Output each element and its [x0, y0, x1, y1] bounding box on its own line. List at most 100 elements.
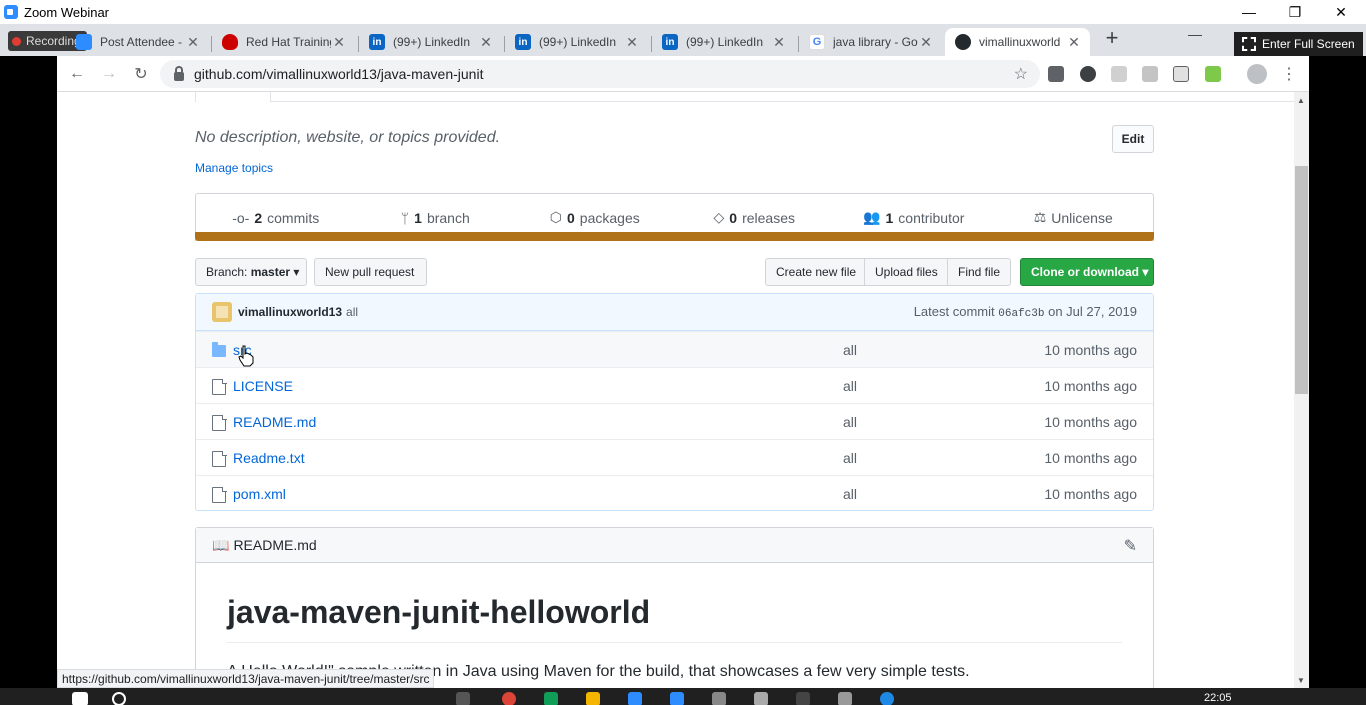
enter-full-screen-button[interactable]: Enter Full Screen	[1234, 32, 1363, 56]
commit-author-link[interactable]: vimallinuxworld13	[238, 305, 342, 319]
bookmark-star-icon[interactable]: ☆	[1014, 64, 1028, 84]
file-commit-message[interactable]: all	[843, 414, 857, 430]
file-commit-message[interactable]: all	[843, 450, 857, 466]
file-name-link[interactable]: LICENSE	[233, 378, 293, 394]
browser-tab-active[interactable]: vimallinuxworld ✕	[945, 28, 1090, 56]
minimize-icon[interactable]: —	[1226, 0, 1272, 24]
redhat-icon	[222, 34, 238, 50]
terminal-icon[interactable]	[796, 692, 810, 705]
restore-icon[interactable]: ❐	[1272, 0, 1318, 24]
windows-start-icon[interactable]	[72, 692, 88, 705]
task-view-icon[interactable]	[456, 692, 470, 705]
file-age: 10 months ago	[1044, 485, 1137, 502]
file-row[interactable]: pom.xml all 10 months ago	[196, 475, 1153, 511]
file-commit-message[interactable]: all	[843, 378, 857, 394]
divider	[227, 642, 1122, 643]
menu-kebab-icon[interactable]: ⋮	[1277, 62, 1301, 86]
browser-tab[interactable]: in (99+) LinkedIn ✕	[505, 28, 648, 56]
profile-avatar-icon[interactable]	[1247, 64, 1267, 84]
readme-panel: 📖 README.md ✎ java-maven-junit-helloworl…	[195, 527, 1154, 688]
app-taskbar-icon[interactable]	[880, 692, 894, 705]
file-name-link[interactable]: pom.xml	[233, 486, 286, 502]
url-text[interactable]: github.com/vimallinuxworld13/java-maven-…	[194, 66, 483, 82]
browser-tab[interactable]: G java library - Go ✕	[799, 28, 942, 56]
linkedin-icon: in	[515, 34, 531, 50]
pencil-edit-icon[interactable]: ✎	[1124, 536, 1137, 556]
extension-d-icon[interactable]	[1205, 66, 1221, 82]
file-row[interactable]: README.md all 10 months ago	[196, 403, 1153, 439]
file-row[interactable]: Readme.txt all 10 months ago	[196, 439, 1153, 475]
file-name-link[interactable]: README.md	[233, 414, 316, 430]
app-taskbar-icon[interactable]	[838, 692, 852, 705]
license-stat[interactable]: ⚖ Unlicense	[994, 209, 1154, 226]
find-file-button[interactable]: Find file	[947, 258, 1011, 286]
file-row[interactable]: LICENSE all 10 months ago	[196, 367, 1153, 403]
branches-stat[interactable]: ᛘ 1 branch	[356, 210, 516, 226]
scroll-down-icon[interactable]: ▼	[1297, 676, 1305, 685]
extension-b-icon[interactable]	[1142, 66, 1158, 82]
scrollbar-thumb[interactable]	[1295, 166, 1308, 394]
browser-tab[interactable]: in (99+) LinkedIn ✕	[652, 28, 795, 56]
new-tab-icon[interactable]: +	[1101, 27, 1123, 50]
file-icon	[212, 486, 227, 503]
file-commit-message[interactable]: all	[843, 486, 857, 502]
clone-or-download-button[interactable]: Clone or download ▾	[1020, 258, 1154, 286]
commit-icon: -o-	[232, 209, 250, 226]
commit-sha-link[interactable]: 06afc3b	[998, 308, 1044, 320]
browser-tab[interactable]: in (99+) LinkedIn ✕	[359, 28, 502, 56]
file-name-link[interactable]: Readme.txt	[233, 450, 305, 466]
commits-stat[interactable]: -o- 2 commits	[196, 210, 356, 226]
tab-close-icon[interactable]: ✕	[331, 34, 347, 51]
file-row[interactable]: src all 10 months ago	[196, 331, 1153, 367]
upload-files-button[interactable]: Upload files	[864, 258, 948, 286]
search-icon[interactable]	[112, 692, 126, 705]
app-taskbar-icon[interactable]	[544, 692, 558, 705]
reload-icon[interactable]: ↻	[129, 62, 153, 86]
commit-message[interactable]: all	[346, 305, 358, 319]
extension-g-icon[interactable]	[1048, 66, 1064, 82]
manage-topics-link[interactable]: Manage topics	[195, 161, 273, 175]
packages-stat[interactable]: ⬡ 0 packages	[515, 209, 675, 226]
video-frame-right	[1309, 24, 1366, 705]
readme-filename: README.md	[233, 537, 317, 553]
file-commit-message[interactable]: all	[843, 342, 857, 358]
new-pull-request-button[interactable]: New pull request	[314, 258, 427, 286]
forward-icon[interactable]: →	[97, 62, 121, 86]
browser-tab[interactable]: Red Hat Training ✕	[212, 28, 355, 56]
tab-close-icon[interactable]: ✕	[918, 34, 934, 51]
close-icon[interactable]: ✕	[1318, 0, 1364, 24]
branch-select-button[interactable]: Branch: master ▾	[195, 258, 307, 286]
app-taskbar-icon[interactable]	[712, 692, 726, 705]
tab-close-icon[interactable]: ✕	[1066, 34, 1082, 51]
releases-stat[interactable]: ◇ 0 releases	[675, 209, 835, 226]
chrome-taskbar-icon[interactable]	[502, 692, 516, 705]
contributors-stat[interactable]: 👥 1 contributor	[834, 209, 994, 226]
repo-nav-underline	[195, 92, 1294, 102]
file-explorer-icon[interactable]	[586, 692, 600, 705]
zoom-window-title: Zoom Webinar	[24, 4, 110, 20]
tab-close-icon[interactable]: ✕	[771, 34, 787, 51]
app-taskbar-icon[interactable]	[628, 692, 642, 705]
latest-commit-info: Latest commit 06afc3b on Jul 27, 2019	[913, 304, 1137, 320]
extension-circle-icon[interactable]	[1080, 66, 1096, 82]
browser-tab[interactable]: Post Attendee - ✕	[66, 28, 209, 56]
create-new-file-button[interactable]: Create new file	[765, 258, 865, 286]
tab-close-icon[interactable]: ✕	[478, 34, 494, 51]
zoom-taskbar-icon[interactable]	[670, 692, 684, 705]
edit-description-button[interactable]: Edit	[1112, 125, 1154, 153]
page-scrollbar[interactable]: ▲ ▼	[1294, 92, 1309, 688]
app-taskbar-icon[interactable]	[754, 692, 768, 705]
avatar[interactable]	[212, 302, 232, 322]
extension-edit-icon[interactable]	[1173, 66, 1189, 82]
hand-cursor-icon	[238, 345, 254, 367]
back-icon[interactable]: ←	[65, 62, 89, 86]
tab-close-icon[interactable]: ✕	[185, 34, 201, 51]
caret-down-icon: ▾	[1142, 265, 1149, 279]
browser-minimize-icon[interactable]: —	[1188, 26, 1208, 42]
zoom-title-bar: Zoom Webinar — ❐ ✕	[0, 0, 1366, 24]
extension-ph-icon[interactable]	[1111, 66, 1127, 82]
tab-close-icon[interactable]: ✕	[624, 34, 640, 51]
address-bar[interactable]: github.com/vimallinuxworld13/java-maven-…	[160, 60, 1040, 88]
readme-header: 📖 README.md ✎	[196, 528, 1153, 563]
scroll-up-icon[interactable]: ▲	[1297, 96, 1305, 105]
